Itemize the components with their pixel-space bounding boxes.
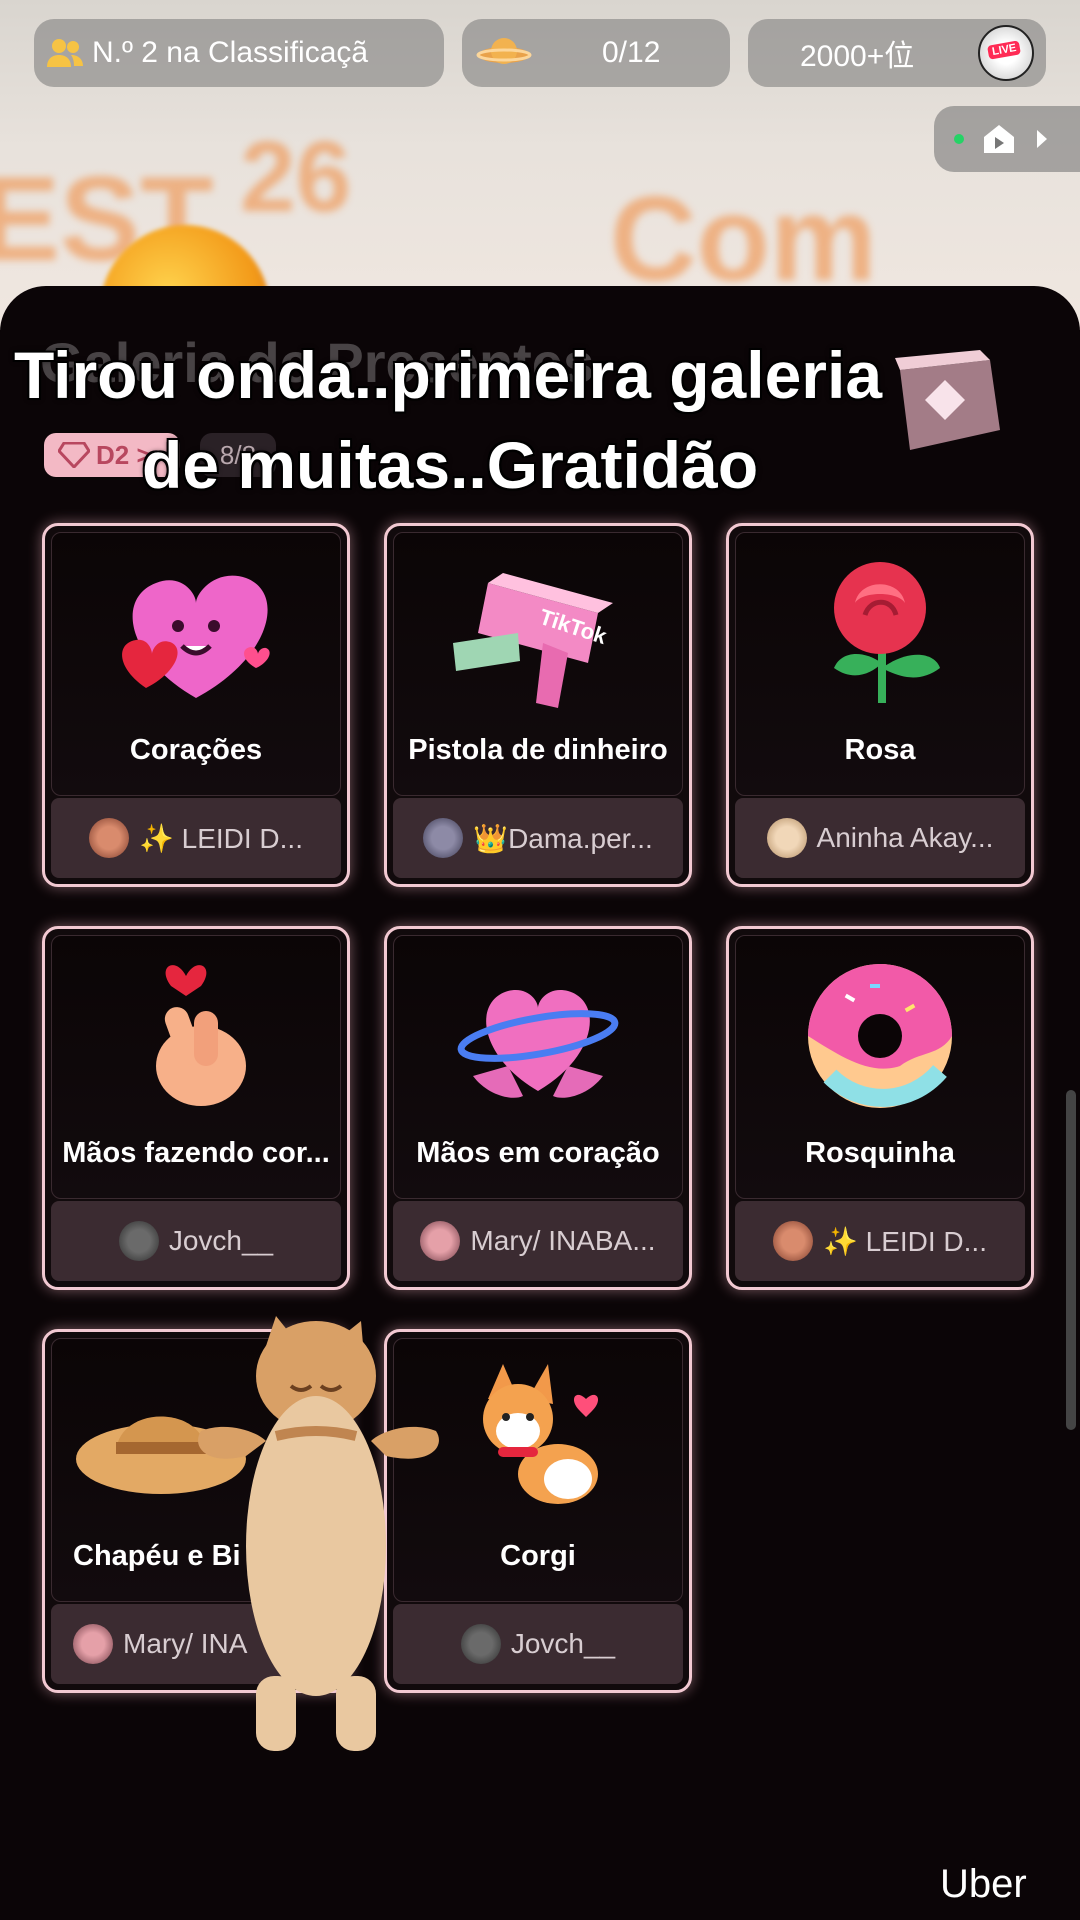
hearts-icon xyxy=(45,548,347,718)
donut-icon xyxy=(729,951,1031,1121)
gift-name: Pistola de dinheiro xyxy=(408,734,668,766)
gift-sender: Aninha Akay... xyxy=(735,798,1025,878)
rose-icon xyxy=(729,548,1031,718)
gift-card-coracoes[interactable]: Corações ✨ LEIDI D... xyxy=(42,523,350,887)
gift-sender: Jovch__ xyxy=(51,1201,341,1281)
progress-pill[interactable]: 0/12 xyxy=(462,19,730,87)
gift-card-pistola[interactable]: TikTok Pistola de dinheiro 👑Dama.per... xyxy=(384,523,692,887)
avatar xyxy=(772,1221,813,1261)
live-tag: LIVE xyxy=(987,40,1022,60)
caption-line-1: Tirou onda..primeira galeria xyxy=(14,338,883,412)
ranking-label: N.º 2 na Classificaçã xyxy=(92,36,369,69)
scrollbar[interactable] xyxy=(1066,1090,1076,1430)
gift-sender: ✨ LEIDI D... xyxy=(735,1201,1025,1281)
gift-name: Mãos fazendo cor... xyxy=(62,1137,330,1169)
avatar xyxy=(118,1221,159,1261)
gift-name: Rosquinha xyxy=(805,1137,955,1169)
live-ball-icon: LIVE xyxy=(978,25,1034,81)
home-icon xyxy=(984,125,1014,153)
finger-heart-icon xyxy=(45,951,347,1121)
sender-name: ✨ LEIDI D... xyxy=(138,822,303,854)
blurred-stream-number: 26 xyxy=(240,121,352,233)
avatar xyxy=(766,818,807,858)
gift-card-rosa[interactable]: Rosa Aninha Akay... xyxy=(726,523,1034,887)
live-controls-pill[interactable] xyxy=(934,106,1080,172)
avatar xyxy=(88,818,129,858)
crystal-box-icon xyxy=(895,350,1000,450)
sender-name: Jovch__ xyxy=(510,1628,616,1659)
cat-sticker-image xyxy=(198,1316,439,1751)
caption-line-2: de muitas..Gratidão xyxy=(142,428,759,502)
gift-card-maos-fazendo[interactable]: Mãos fazendo cor... Jovch__ xyxy=(42,926,350,1290)
money-gun-icon: TikTok xyxy=(387,548,689,718)
gift-name: Mãos em coração xyxy=(416,1137,660,1169)
ranking-pill[interactable]: N.º 2 na Classificaçã xyxy=(34,19,444,87)
sender-name: Aninha Akay... xyxy=(816,822,994,853)
online-dot-icon xyxy=(954,134,964,144)
gift-card-maos-coracao[interactable]: Mãos em coração Mary/ INABA... xyxy=(384,926,692,1290)
watermark-text: Uber xyxy=(940,1862,1027,1906)
gift-sender: ✨ LEIDI D... xyxy=(51,798,341,878)
sender-name: Jovch__ xyxy=(168,1225,274,1256)
avatar xyxy=(460,1624,501,1664)
avatar xyxy=(420,1221,461,1261)
sender-name: 👑Dama.per... xyxy=(473,822,653,854)
avatar xyxy=(73,1624,113,1664)
rank-label: 2000+位 xyxy=(800,40,915,73)
sender-name: Mary/ INABA... xyxy=(470,1225,656,1256)
chevron-right-icon xyxy=(1037,130,1047,148)
planet-icon xyxy=(476,38,532,64)
gift-name: Corações xyxy=(129,734,263,766)
gift-sender: Mary/ INABA... xyxy=(393,1201,683,1281)
heart-hands-icon xyxy=(387,951,689,1121)
users-icon xyxy=(47,39,83,67)
gift-card-rosquinha[interactable]: Rosquinha ✨ LEIDI D... xyxy=(726,926,1034,1290)
gift-sender: 👑Dama.per... xyxy=(393,798,683,878)
progress-label: 0/12 xyxy=(602,36,661,69)
gift-name: Rosa xyxy=(844,734,916,766)
diamond-icon xyxy=(58,442,90,468)
avatar xyxy=(423,818,464,858)
sender-name: ✨ LEIDI D... xyxy=(822,1225,987,1257)
rank-pill[interactable]: 2000+位 LIVE xyxy=(748,19,1046,87)
